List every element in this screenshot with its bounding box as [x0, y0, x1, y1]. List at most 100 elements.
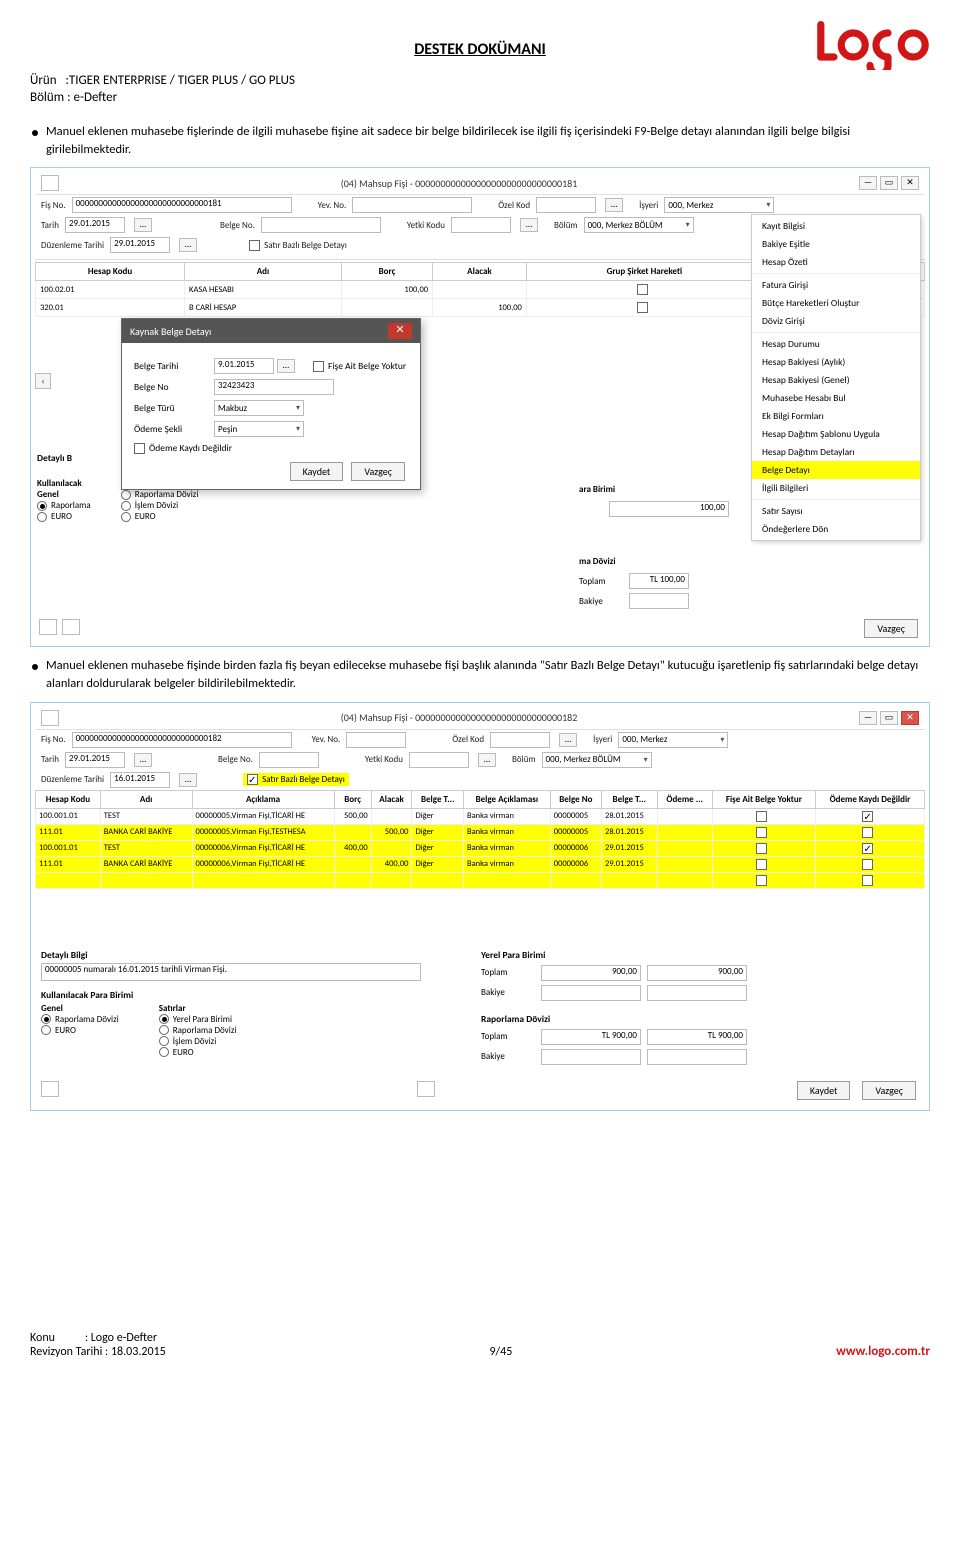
menu-item[interactable]: Ek Bilgi Formları	[752, 407, 920, 425]
menu-item[interactable]: Hesap Özeti	[752, 253, 920, 271]
menu-item[interactable]: Satır Sayısı	[752, 502, 920, 520]
close-button[interactable]: ✕	[901, 176, 919, 190]
menu-item[interactable]: Hesap Durumu	[752, 335, 920, 353]
maximize-button-2[interactable]: ▭	[880, 711, 898, 725]
tarih-picker[interactable]: …	[134, 218, 152, 232]
menu-item[interactable]: Bütçe Hareketleri Oluştur	[752, 294, 920, 312]
yetkikodu2-lookup[interactable]: …	[478, 753, 496, 767]
s2-rapor-radio[interactable]	[159, 1025, 169, 1035]
tool-icon-2[interactable]	[62, 619, 80, 635]
yetkikodu-input[interactable]	[451, 217, 511, 233]
menu-item[interactable]: Hesap Bakiyesi (Aylık)	[752, 353, 920, 371]
tarih-input[interactable]: 29.01.2015	[65, 217, 125, 233]
table-row[interactable]: 100.001.01TEST00000005,Virman Fişi,TİCAR…	[36, 808, 925, 824]
scroll-left[interactable]: ‹	[35, 373, 51, 389]
duzen-picker[interactable]: …	[179, 238, 197, 252]
maximize-button[interactable]: ▭	[880, 176, 898, 190]
col2-7[interactable]: Belge No	[550, 790, 601, 808]
col2-2[interactable]: Açıklama	[192, 790, 334, 808]
bolum2-select[interactable]: 000, Merkez BÖLÜM▾	[542, 752, 652, 768]
col-grup[interactable]: Grup Şirket Hareketi	[526, 263, 762, 281]
satir-raporlama-radio[interactable]	[121, 490, 131, 500]
tarih2-picker[interactable]: …	[134, 753, 152, 767]
ozelkod-lookup[interactable]: …	[605, 198, 623, 212]
yevno-input[interactable]	[352, 197, 472, 213]
odemekaydi-checkbox[interactable]	[134, 443, 145, 454]
table-row[interactable]: 111.01BANKA CARİ BAKİYE00000006,Virman F…	[36, 856, 925, 872]
col2-8[interactable]: Belge T...	[602, 790, 658, 808]
ozelkod2-lookup[interactable]: …	[559, 733, 577, 747]
menu-item[interactable]: Hesap Dağıtım Şablonu Uygula	[752, 425, 920, 443]
yevno2-input[interactable]	[346, 732, 406, 748]
menu-item[interactable]: Hesap Bakiyesi (Genel)	[752, 371, 920, 389]
odemesekli-select[interactable]: Peşin▾	[214, 421, 304, 437]
col2-1[interactable]: Adı	[100, 790, 192, 808]
tarih2-input[interactable]: 29.01.2015	[65, 752, 125, 768]
ozelkod2-input[interactable]	[490, 732, 550, 748]
menu-item[interactable]: Belge Detayı	[752, 461, 920, 479]
belgetarihi-picker[interactable]: …	[277, 359, 295, 373]
context-menu[interactable]: Kayıt BilgisiBakiye EşitleHesap Özeti Fat…	[751, 214, 921, 541]
col-alacak[interactable]: Alacak	[433, 263, 527, 281]
menu-item[interactable]: Muhasebe Hesabı Bul	[752, 389, 920, 407]
genel-rapor-radio[interactable]	[37, 501, 47, 511]
row1-chk[interactable]	[637, 284, 648, 295]
tool2-icon-1[interactable]	[41, 1081, 59, 1097]
minimize-button[interactable]: —	[859, 176, 877, 190]
sc1-vazgec-button[interactable]: Vazgeç	[864, 619, 918, 638]
sc2-kaydet-button[interactable]: Kaydet	[797, 1081, 851, 1100]
detayli2-text[interactable]: 00000005 numaralı 16.01.2015 tarihli Vir…	[41, 963, 421, 981]
s2-euro-radio[interactable]	[159, 1047, 169, 1057]
col-borc[interactable]: Borç	[341, 263, 432, 281]
menu-item[interactable]: Bakiye Eşitle	[752, 235, 920, 253]
belgeno-m-input[interactable]: 32423423	[214, 379, 334, 395]
duzen2-input[interactable]: 16.01.2015	[110, 772, 170, 788]
satir-bazli-checkbox[interactable]	[249, 240, 260, 251]
menu-item[interactable]: İlgili Bilgileri	[752, 479, 920, 497]
bolum-select[interactable]: 000, Merkez BÖLÜM▾	[584, 217, 694, 233]
menu-item[interactable]: Döviz Girişi	[752, 312, 920, 330]
ozelkod-input[interactable]	[536, 197, 596, 213]
menu-item[interactable]: Kayıt Bilgisi	[752, 217, 920, 235]
menu-item[interactable]: Fatura Girişi	[752, 276, 920, 294]
belgetarihi-input[interactable]: 9.01.2015	[214, 358, 274, 374]
modal-kaydet-button[interactable]: Kaydet	[290, 462, 344, 481]
duzen-input[interactable]: 29.01.2015	[110, 237, 170, 253]
genel-euro-radio[interactable]	[37, 512, 47, 522]
col2-4[interactable]: Alacak	[371, 790, 412, 808]
table-row[interactable]: 100.001.01TEST00000006,Virman Fişi,TİCAR…	[36, 840, 925, 856]
satir-islem-radio[interactable]	[121, 501, 131, 511]
col2-5[interactable]: Belge T...	[412, 790, 464, 808]
modal-close-button[interactable]: ✕	[388, 323, 412, 339]
sc2-grid[interactable]: Hesap Kodu Adı Açıklama Borç Alacak Belg…	[35, 790, 925, 889]
belgeno-input[interactable]	[261, 217, 381, 233]
tool2-icon-2[interactable]	[417, 1081, 435, 1097]
col-hesap-kodu[interactable]: Hesap Kodu	[36, 263, 185, 281]
s2-islem-radio[interactable]	[159, 1036, 169, 1046]
g2-euro-radio[interactable]	[41, 1025, 51, 1035]
fisno-input[interactable]: 00000000000000000000000000000181	[72, 197, 292, 213]
belgeno2-input[interactable]	[259, 752, 319, 768]
fisno2-input[interactable]: 00000000000000000000000000000182	[72, 732, 292, 748]
yetkikodu-lookup[interactable]: …	[520, 218, 538, 232]
isyeri-select[interactable]: 000, Merkez▾	[664, 197, 774, 213]
satir-bazli2-checkbox[interactable]	[247, 774, 258, 785]
g2-rapor-radio[interactable]	[41, 1014, 51, 1024]
sc2-vazgec-button[interactable]: Vazgeç	[862, 1081, 916, 1100]
modal-vazgec-button[interactable]: Vazgeç	[351, 462, 405, 481]
col2-9[interactable]: Ödeme ...	[657, 790, 712, 808]
minimize-button-2[interactable]: —	[859, 711, 877, 725]
fiseait-checkbox[interactable]	[313, 361, 324, 372]
table-row[interactable]: 111.01BANKA CARİ BAKİYE00000005,Virman F…	[36, 824, 925, 840]
col2-10[interactable]: Fişe Ait Belge Yoktur	[712, 790, 815, 808]
belgeturu-select[interactable]: Makbuz▾	[214, 400, 304, 416]
menu-item[interactable]: Hesap Dağıtım Detayları	[752, 443, 920, 461]
col2-6[interactable]: Belge Açıklaması	[463, 790, 550, 808]
isyeri2-select[interactable]: 000, Merkez▾	[618, 732, 728, 748]
row2-chk[interactable]	[637, 302, 648, 313]
satir-euro-radio[interactable]	[121, 512, 131, 522]
s2-yerel-radio[interactable]	[159, 1014, 169, 1024]
col2-0[interactable]: Hesap Kodu	[36, 790, 101, 808]
yetkikodu2-input[interactable]	[409, 752, 469, 768]
col2-3[interactable]: Borç	[334, 790, 371, 808]
